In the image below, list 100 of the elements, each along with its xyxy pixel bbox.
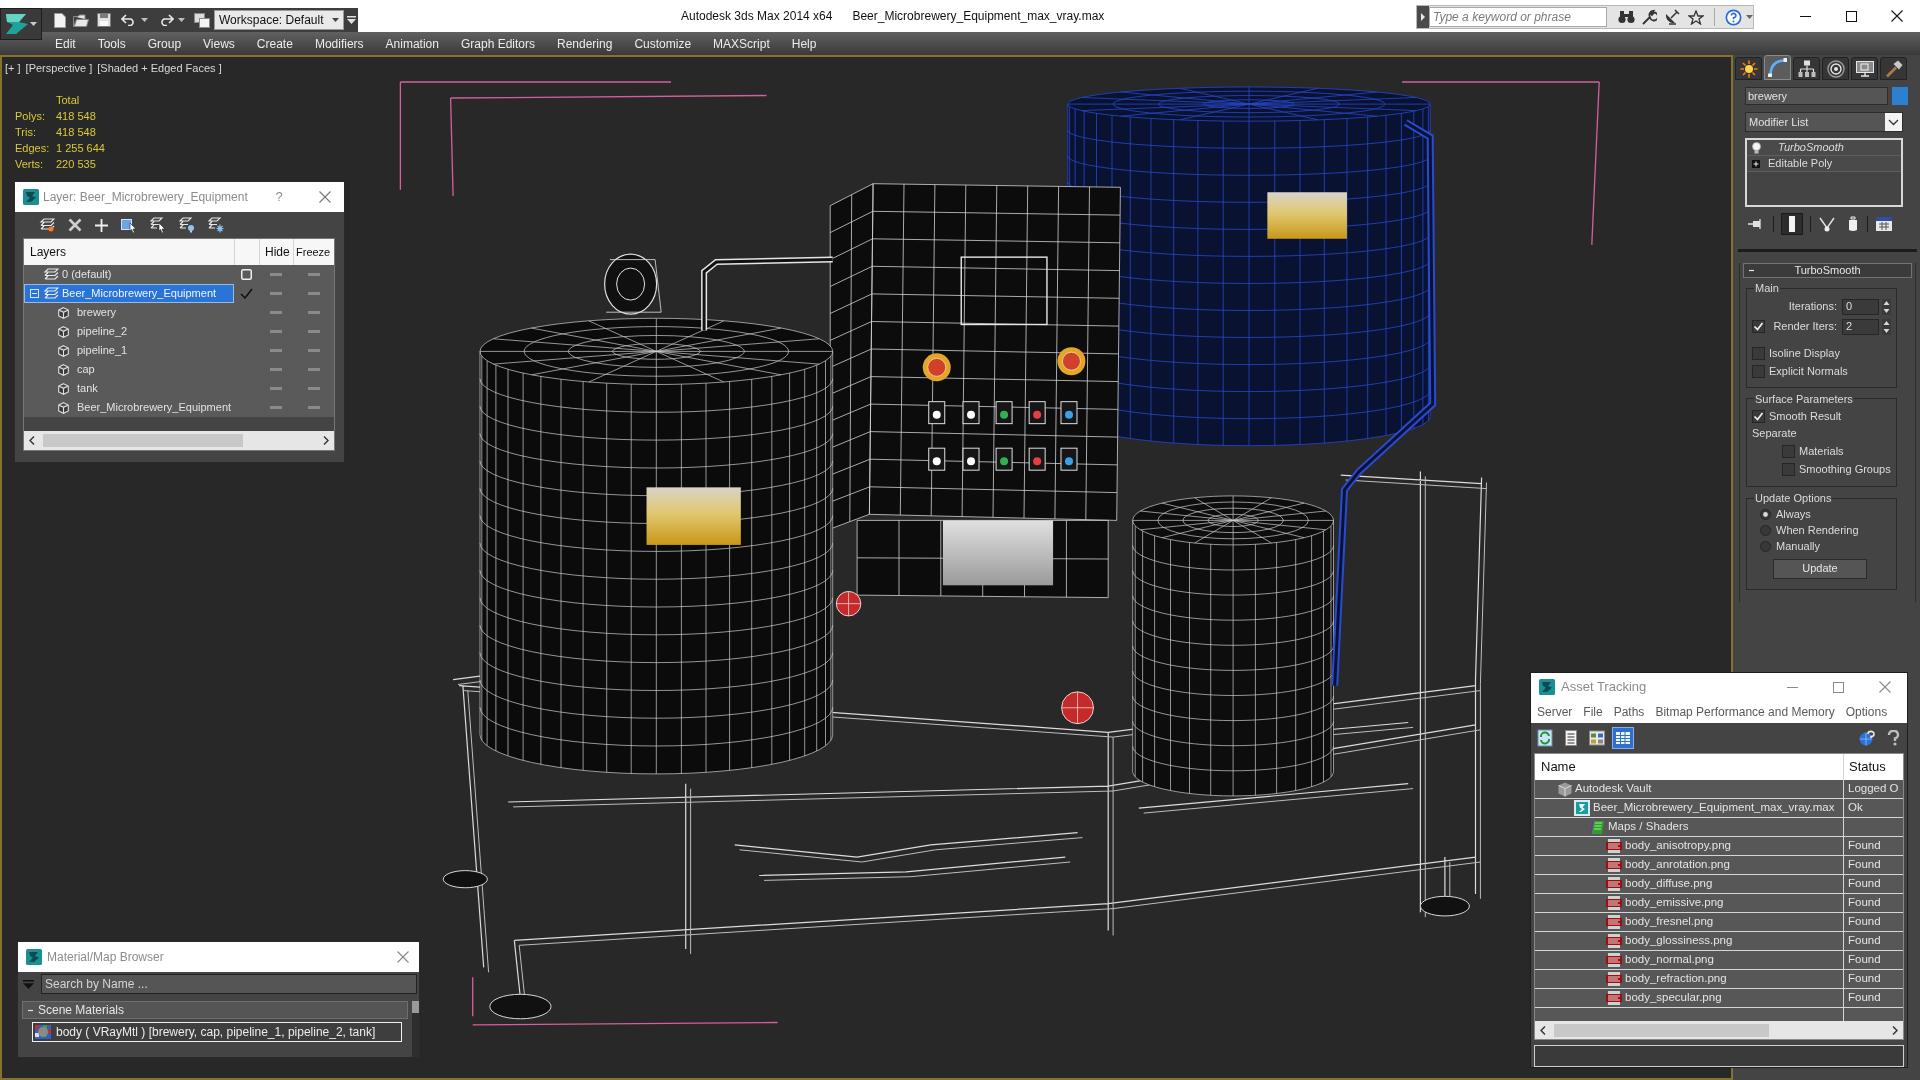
viewport-label[interactable]: [Perspective ] bbox=[25, 60, 93, 77]
layer-item[interactable]: pipeline_2 bbox=[24, 322, 234, 341]
maximize-icon[interactable] bbox=[1845, 10, 1857, 22]
asset-row[interactable]: Maps / Shaders bbox=[1535, 818, 1903, 837]
chevron-left-icon[interactable] bbox=[29, 436, 35, 445]
checkbox-label[interactable]: Explicit Normals bbox=[1769, 363, 1848, 380]
layers-snowflake-icon[interactable] bbox=[208, 217, 224, 233]
number-field[interactable]: 2 bbox=[1842, 318, 1879, 335]
menu-item[interactable]: Create bbox=[245, 33, 304, 54]
vertical-scrollbar[interactable] bbox=[412, 1001, 419, 1057]
command-tab[interactable] bbox=[1880, 57, 1907, 80]
menu-item[interactable]: Bitmap Performance and Memory bbox=[1655, 703, 1835, 721]
layer-item[interactable]: 0 (default) bbox=[24, 265, 234, 284]
checkbox[interactable] bbox=[1782, 444, 1795, 458]
layer-item[interactable]: tank bbox=[24, 379, 234, 398]
checked-checkbox[interactable] bbox=[1752, 320, 1765, 333]
wrench-icon[interactable] bbox=[1641, 9, 1657, 25]
caret-icon[interactable] bbox=[1746, 15, 1753, 19]
delete-icon[interactable] bbox=[68, 218, 82, 232]
folder-window-icon[interactable] bbox=[194, 12, 210, 28]
chevron-left-icon[interactable] bbox=[1540, 1025, 1546, 1035]
layers-bulb-icon[interactable] bbox=[179, 217, 195, 233]
fork-icon[interactable] bbox=[1818, 215, 1836, 233]
checkbox-label[interactable]: Smooth Result bbox=[1769, 407, 1842, 425]
menu-item[interactable]: Group bbox=[136, 33, 193, 54]
command-tab[interactable] bbox=[1793, 57, 1820, 80]
help-icon[interactable] bbox=[1725, 8, 1742, 26]
window-grid-icon[interactable] bbox=[1875, 215, 1893, 233]
redo-icon[interactable] bbox=[158, 14, 174, 26]
menu-item[interactable]: Rendering bbox=[546, 33, 624, 54]
menu-item[interactable]: Customize bbox=[623, 33, 703, 54]
menu-item[interactable]: Animation bbox=[374, 33, 450, 54]
cube-cursor-icon[interactable] bbox=[121, 217, 137, 233]
asset-row[interactable]: body_normal.png Found bbox=[1535, 951, 1903, 970]
command-tab[interactable] bbox=[1851, 57, 1878, 80]
checkbox[interactable] bbox=[1752, 347, 1765, 360]
command-tab[interactable] bbox=[1822, 57, 1849, 80]
minimize-icon[interactable] bbox=[1799, 15, 1811, 17]
asset-row[interactable]: Autodesk Vault Logged O bbox=[1535, 780, 1903, 799]
spinner-arrows-icon[interactable] bbox=[1882, 298, 1891, 315]
layer-item[interactable]: cap bbox=[24, 360, 234, 379]
light-bulb-icon[interactable] bbox=[1752, 141, 1761, 154]
menu-item[interactable]: Edit bbox=[44, 33, 87, 54]
bin-icon[interactable] bbox=[1846, 215, 1860, 233]
layers-cursor-icon[interactable] bbox=[150, 217, 166, 233]
search-field[interactable]: Search by Name ... bbox=[41, 974, 417, 994]
radio-label[interactable]: Manually bbox=[1776, 538, 1821, 555]
viewport-label[interactable]: [Shaded + Edged Faces ] bbox=[97, 60, 222, 77]
caret-icon[interactable] bbox=[30, 22, 37, 26]
menu-item[interactable]: Paths bbox=[1613, 703, 1645, 721]
asset-row[interactable]: body_anrotation.png Found bbox=[1535, 856, 1903, 875]
binoculars-icon[interactable] bbox=[1618, 10, 1635, 24]
material-item[interactable]: body ( VRayMtl ) [brewery, cap, pipeline_1, pipeline_2, tank] bbox=[32, 1022, 402, 1042]
menu-item[interactable]: Views bbox=[192, 33, 246, 54]
asset-row[interactable]: Beer_Microbrewery_Equipment_max_vray.max Ok bbox=[1535, 799, 1903, 818]
radio-label[interactable]: Always bbox=[1776, 506, 1811, 523]
menu-arrow-icon[interactable] bbox=[347, 16, 356, 24]
radio-button[interactable] bbox=[1760, 525, 1771, 536]
end-result-icon[interactable] bbox=[1781, 213, 1803, 235]
menu-item[interactable]: Modifiers bbox=[303, 33, 375, 54]
close-icon[interactable] bbox=[1891, 10, 1903, 22]
folder-icon[interactable] bbox=[73, 13, 89, 27]
spinner-arrows-icon[interactable] bbox=[1882, 318, 1891, 335]
selected-radio-button[interactable] bbox=[1760, 509, 1771, 520]
plus-box-icon[interactable] bbox=[1752, 159, 1760, 168]
group-header[interactable]: Scene Materials bbox=[22, 1001, 408, 1019]
asset-row[interactable]: body_anisotropy.png Found bbox=[1535, 837, 1903, 856]
rollout-header[interactable]: TurboSmooth bbox=[1743, 263, 1912, 278]
column-header[interactable]: Layers bbox=[24, 243, 234, 261]
checkbox-label[interactable]: Smoothing Groups bbox=[1799, 460, 1891, 478]
menu-item[interactable]: Tools bbox=[86, 33, 137, 54]
workspace-dropdown[interactable]: Workspace: Default bbox=[214, 10, 344, 30]
checkbox-label[interactable]: Materials bbox=[1799, 442, 1844, 460]
checkbox-label[interactable]: Isoline Display bbox=[1769, 345, 1840, 362]
object-name-field[interactable]: brewery bbox=[1745, 87, 1888, 105]
globe-help-icon[interactable] bbox=[1859, 730, 1875, 746]
menu-item[interactable]: Options bbox=[1845, 703, 1888, 721]
satellite-dish-icon[interactable] bbox=[1664, 9, 1680, 25]
save-icon[interactable] bbox=[97, 13, 111, 27]
scrollbar-thumb[interactable] bbox=[412, 1001, 419, 1013]
command-tab[interactable] bbox=[1735, 57, 1762, 80]
empty-box-icon[interactable] bbox=[241, 269, 252, 280]
check-icon[interactable] bbox=[240, 288, 253, 299]
asset-row[interactable]: body_diffuse.png Found bbox=[1535, 875, 1903, 894]
layer-item[interactable]: Beer_Microbrewery_Equipment bbox=[24, 284, 234, 303]
minus-icon[interactable] bbox=[1749, 268, 1754, 273]
asset-row[interactable]: body_specular.png Found bbox=[1535, 989, 1903, 1008]
asset-row[interactable]: body_refraction.png Found bbox=[1535, 970, 1903, 989]
checkbox[interactable] bbox=[1782, 462, 1795, 476]
menu-item[interactable]: File bbox=[1583, 703, 1603, 721]
menu-item[interactable]: MAXScript bbox=[702, 33, 781, 54]
help-icon[interactable] bbox=[1886, 730, 1901, 746]
refresh-icon[interactable] bbox=[1534, 727, 1556, 749]
star-icon[interactable] bbox=[1688, 9, 1704, 25]
menu-item[interactable]: Help bbox=[780, 33, 828, 54]
scrollbar-thumb[interactable] bbox=[43, 434, 243, 447]
chevron-right-icon[interactable] bbox=[1892, 1025, 1898, 1035]
color-swatch-icon[interactable] bbox=[1892, 87, 1908, 105]
table-icon[interactable] bbox=[1612, 727, 1634, 749]
horizontal-scrollbar[interactable] bbox=[24, 431, 334, 450]
